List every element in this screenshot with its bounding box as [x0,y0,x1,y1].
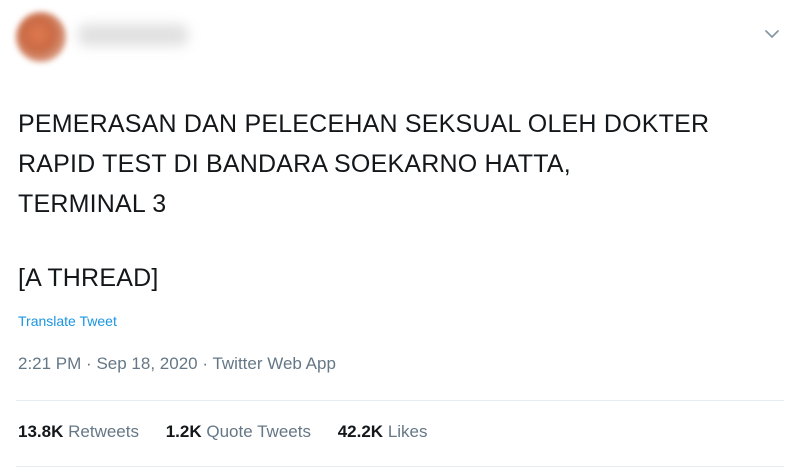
author-name-blurred[interactable] [78,24,188,46]
meta-separator: · [202,354,209,373]
translate-tweet-link[interactable]: Translate Tweet [18,313,117,329]
quote-tweets-label: Quote Tweets [206,422,311,441]
tweet-text-line: RAPID TEST DI BANDARA SOEKARNO HATTA, [18,150,571,178]
likes-label: Likes [387,422,428,441]
tweet-text: PEMERASAN DAN PELECEHAN SEKSUAL OLEH DOK… [18,104,788,298]
retweets-stat[interactable]: 13.8K Retweets [18,422,139,442]
likes-count: 42.2K [337,422,384,441]
divider [16,400,784,401]
tweet-source-app[interactable]: Twitter Web App [212,354,335,373]
retweets-count: 13.8K [18,422,64,441]
engagement-stats: 13.8K Retweets 1.2K Quote Tweets 42.2K L… [18,422,450,442]
retweets-label: Retweets [68,422,139,441]
quote-tweets-stat[interactable]: 1.2K Quote Tweets [166,422,311,442]
chevron-down-icon [765,30,779,38]
divider [16,466,784,467]
tweet-card: PEMERASAN DAN PELECEHAN SEKSUAL OLEH DOK… [0,0,800,472]
tweet-text-line: PEMERASAN DAN PELECEHAN SEKSUAL OLEH DOK… [18,110,710,138]
tweet-date[interactable]: Sep 18, 2020 [96,354,197,373]
quote-tweets-count: 1.2K [165,422,202,441]
tweet-time[interactable]: 2:21 PM [18,354,81,373]
meta-separator: · [86,354,92,373]
avatar[interactable] [16,12,66,62]
more-options-button[interactable] [760,22,784,46]
tweet-text-line: TERMINAL 3 [18,190,167,218]
tweet-meta: 2:21 PM · Sep 18, 2020 · Twitter Web App [18,354,336,374]
tweet-text-line: [A THREAD] [18,264,159,292]
likes-stat[interactable]: 42.2K Likes [338,422,428,442]
